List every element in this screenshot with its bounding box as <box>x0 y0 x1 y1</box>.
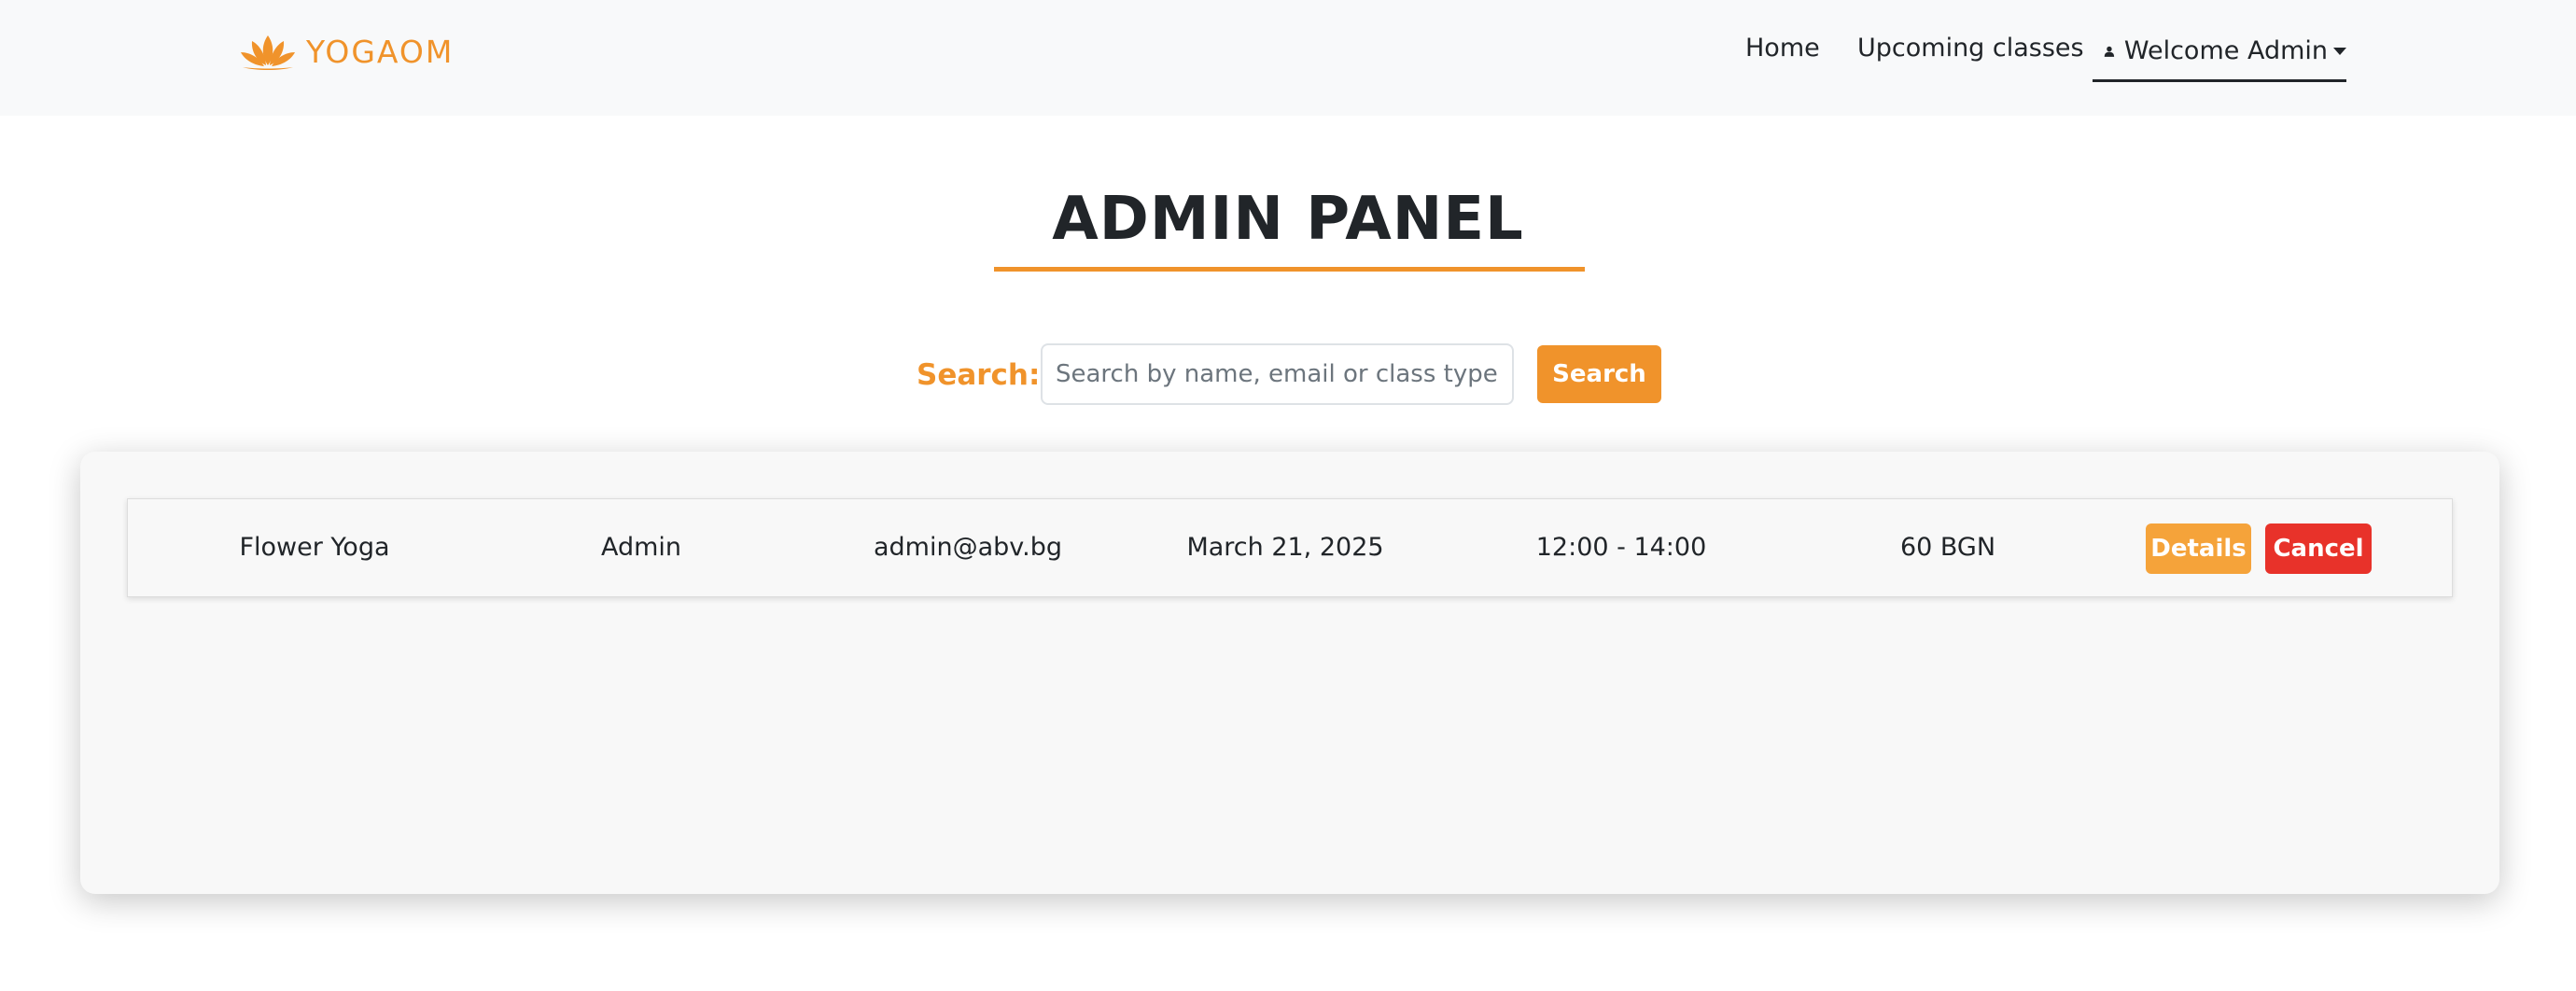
page-title: ADMIN PANEL <box>1052 185 1524 254</box>
user-menu-dropdown[interactable]: Welcome Admin <box>2093 26 2346 82</box>
user-icon <box>2104 46 2115 57</box>
booking-row: Flower Yoga Admin admin@abv.bg March 21,… <box>127 498 2453 597</box>
user-menu-label: Welcome Admin <box>2123 36 2328 65</box>
search-button[interactable]: Search <box>1537 345 1661 403</box>
search-input[interactable] <box>1041 343 1514 405</box>
nav-home-link[interactable]: Home <box>1745 34 1820 63</box>
booking-time: 12:00 - 14:00 <box>1535 533 1707 562</box>
nav-upcoming-classes-link[interactable]: Upcoming classes <box>1857 34 2084 63</box>
booking-user: Admin <box>600 533 682 562</box>
details-button[interactable]: Details <box>2146 523 2251 574</box>
brand-logo[interactable]: YOGAOM <box>237 32 454 71</box>
search-label: Search: <box>917 358 1041 392</box>
caret-down-icon <box>2333 47 2346 55</box>
booking-price: 60 BGN <box>1899 533 1996 562</box>
booking-date: March 21, 2025 <box>1186 533 1384 562</box>
bookings-card: Flower Yoga Admin admin@abv.bg March 21,… <box>80 452 2499 894</box>
cancel-button[interactable]: Cancel <box>2265 523 2372 574</box>
title-underline <box>994 267 1585 272</box>
lotus-icon <box>241 35 295 70</box>
booking-class-name: Flower Yoga <box>239 533 390 562</box>
brand-name: YOGAOM <box>306 33 455 70</box>
navbar: YOGAOM Home Upcoming classes Welcome Adm… <box>0 0 2576 116</box>
